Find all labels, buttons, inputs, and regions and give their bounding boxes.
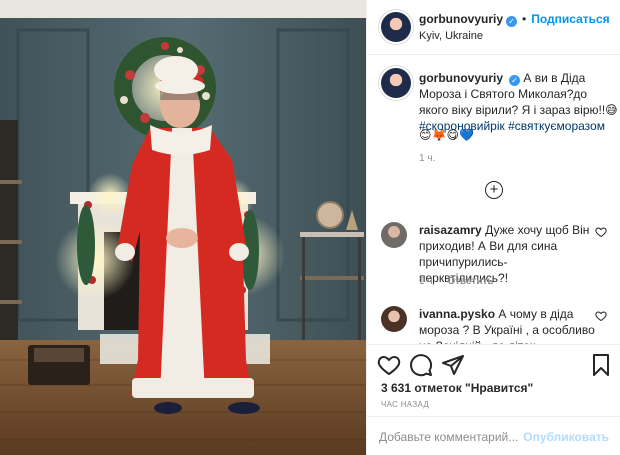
comment-username[interactable]: raisazamry [419, 223, 482, 237]
comment-body: ivanna.pysko А чому в діда мороза ? В Ук… [419, 306, 595, 344]
commenter-avatar[interactable] [381, 222, 407, 248]
post-location[interactable]: Kyiv, Ukraine [419, 30, 483, 42]
hashtag-link[interactable]: #святкуєморазом [508, 119, 605, 133]
add-comment-bar: Опубликовать [367, 416, 620, 455]
caption-time[interactable]: 1 ч. [419, 153, 435, 164]
share-icon[interactable] [441, 353, 465, 377]
comment-username[interactable]: ivanna.pysko [419, 307, 495, 321]
post-header: gorbunovyuriy ✓ • Подписаться Kyiv, Ukraine [367, 0, 620, 55]
add-comment-input[interactable] [379, 428, 529, 446]
publish-button[interactable]: Опубликовать [523, 430, 609, 444]
post-photo[interactable] [0, 0, 366, 455]
verified-badge-icon: ✓ [506, 16, 518, 27]
separator-dot: • [522, 12, 527, 26]
follow-button[interactable]: Подписаться [531, 12, 609, 26]
heart-icon[interactable] [377, 353, 401, 377]
author-row: gorbunovyuriy ✓ • Подписаться [419, 12, 610, 27]
comment-time[interactable]: 1 ч. [419, 276, 435, 287]
commenter-avatar[interactable] [381, 306, 407, 332]
reply-button[interactable]: Ответить [447, 276, 493, 287]
caption-emojis: 😊🦊😋💙 [419, 128, 474, 142]
comments-area[interactable]: gorbunovyuriy ✓ А ви в Діда Мороза і Свят… [367, 56, 620, 344]
author-avatar[interactable] [381, 12, 411, 42]
post-time[interactable]: час назад [381, 400, 429, 409]
likes-count[interactable]: 3 631 отметок "Нравится" [381, 381, 533, 395]
load-more-comments-button[interactable]: + [485, 181, 503, 199]
comment-meta: 1 ч. Ответить [419, 276, 506, 287]
santa-costume-photo [0, 0, 366, 455]
like-comment-heart-icon[interactable] [595, 226, 607, 238]
bookmark-icon[interactable] [589, 353, 613, 377]
author-username[interactable]: gorbunovyuriy [419, 12, 503, 26]
comment-icon[interactable] [409, 353, 433, 377]
caption-avatar[interactable] [381, 68, 411, 98]
post-sidebar: gorbunovyuriy ✓ • Подписаться Kyiv, Ukraine… [366, 0, 620, 455]
like-comment-heart-icon[interactable] [595, 310, 607, 322]
caption-text-block: gorbunovyuriy ✓ А ви в Діда Мороза і Свят… [419, 70, 619, 134]
plus-circle-icon: + [489, 181, 499, 198]
caption-username[interactable]: gorbunovyuriy [419, 71, 503, 85]
post-actions: 3 631 отметок "Нравится" час назад [367, 344, 620, 416]
verified-badge-icon: ✓ [509, 75, 521, 86]
